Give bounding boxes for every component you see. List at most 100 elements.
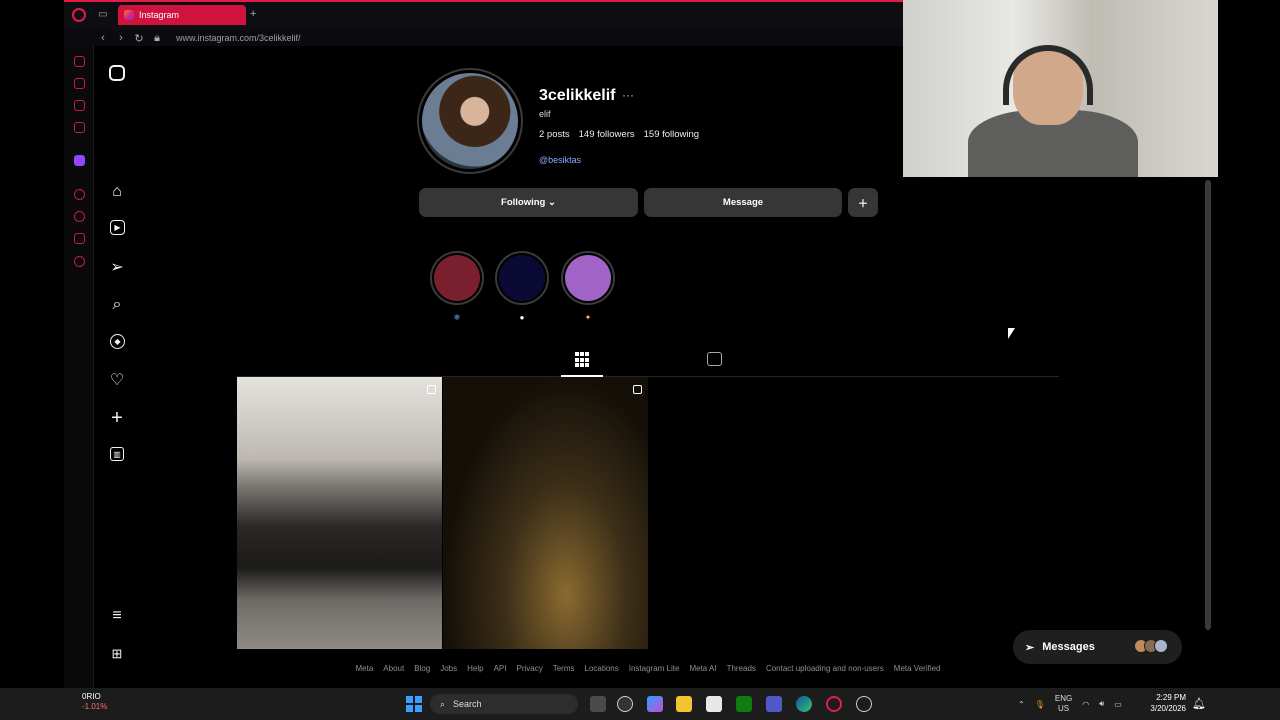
forward-icon[interactable]: ›	[112, 32, 130, 44]
app-icon[interactable]	[856, 696, 872, 712]
address-bar: ‹ › ↻ 🔒︎ www.instagram.com/3celikkelif/	[64, 30, 903, 46]
footer-link[interactable]: Locations	[585, 664, 619, 673]
carousel-icon	[633, 385, 642, 394]
suggested-users-button[interactable]: ＋	[848, 188, 878, 217]
following-link[interactable]: 159 following	[644, 129, 699, 140]
post-thumbnail[interactable]	[237, 377, 442, 649]
tab-overview-icon[interactable]: ▭	[98, 9, 107, 20]
opera-gx-icon[interactable]	[826, 696, 842, 712]
microphone-icon[interactable]: 🎙︎	[1035, 700, 1045, 709]
story-highlight[interactable]	[561, 251, 615, 305]
story-highlight[interactable]	[495, 251, 549, 305]
sidebar-app-icon[interactable]	[74, 100, 85, 111]
footer-link[interactable]: API	[494, 664, 507, 673]
footer-link[interactable]: Meta Verified	[894, 664, 941, 673]
mouse-cursor-icon	[1008, 328, 1015, 339]
aria-icon[interactable]	[74, 56, 85, 67]
footer-link[interactable]: Instagram Lite	[629, 664, 680, 673]
settings-icon[interactable]	[74, 256, 85, 267]
wifi-icon[interactable]: ◠	[1082, 700, 1089, 709]
extensions-icon[interactable]	[74, 233, 85, 244]
instagram-nav	[94, 46, 234, 688]
footer-link[interactable]: Meta	[356, 664, 374, 673]
profile-mention-link[interactable]: @besiktas	[539, 155, 581, 165]
home-icon[interactable]: ⌂	[108, 183, 126, 201]
footer-link[interactable]: About	[383, 664, 404, 673]
footer-link[interactable]: Terms	[553, 664, 575, 673]
sidebar-app-icon[interactable]	[74, 189, 85, 200]
reels-icon[interactable]: ▶	[110, 220, 125, 235]
teams-icon[interactable]	[766, 696, 782, 712]
post-thumbnail[interactable]	[443, 377, 648, 649]
dashboard-icon[interactable]: ▥	[110, 447, 124, 461]
followers-link[interactable]: 149 followers	[579, 129, 635, 140]
search-icon[interactable]: ⌕	[108, 296, 126, 314]
message-button[interactable]: Message	[644, 188, 842, 217]
date: 3/20/2026	[1150, 704, 1186, 713]
footer-link[interactable]: Threads	[727, 664, 756, 673]
stock-name: 0RIO	[82, 692, 101, 701]
posts-count: 2 posts	[539, 129, 570, 140]
messages-button[interactable]: ➢ Messages	[1013, 630, 1182, 664]
region-code: US	[1057, 704, 1070, 713]
battery-icon[interactable]: ▭	[1114, 700, 1122, 709]
options-icon[interactable]: ···	[622, 88, 634, 102]
xbox-icon[interactable]	[736, 696, 752, 712]
instagram-logo-icon[interactable]	[109, 65, 125, 81]
profile-username: 3celikkelif	[539, 87, 616, 104]
footer-links: Meta About Blog Jobs Help API Privacy Terms Loca…	[237, 664, 1059, 673]
also-from-meta-icon[interactable]: ⊞	[108, 645, 126, 663]
url-input[interactable]: www.instagram.com/3celikkelif/	[176, 33, 301, 43]
profile-full-name: elif	[539, 109, 551, 119]
twitch-icon[interactable]	[74, 155, 85, 166]
search-icon: ⌕	[440, 698, 446, 709]
volume-icon[interactable]: 🔊︎	[1099, 699, 1104, 709]
create-icon[interactable]: +	[108, 407, 126, 429]
scrollbar[interactable]	[1205, 180, 1211, 630]
story-highlight[interactable]	[430, 251, 484, 305]
windows-start-icon[interactable]	[406, 696, 422, 712]
dell-icon[interactable]	[617, 696, 633, 712]
back-icon[interactable]: ‹	[94, 32, 112, 44]
store-icon[interactable]	[706, 696, 722, 712]
notifications-heart-icon[interactable]: ♡	[108, 371, 126, 389]
footer-link[interactable]: Jobs	[440, 664, 457, 673]
clock[interactable]: 2:29 PM 3/20/2026	[1146, 692, 1186, 714]
more-menu-icon[interactable]: ≡	[108, 607, 126, 625]
opera-sidebar	[64, 46, 94, 688]
avatar	[1154, 638, 1168, 653]
language-indicator[interactable]: ENG US	[1055, 694, 1072, 714]
chevron-up-icon[interactable]: ⌃	[1018, 700, 1025, 709]
sidebar-app-icon[interactable]	[74, 122, 85, 133]
following-button[interactable]: Following ⌄	[419, 188, 638, 217]
history-icon[interactable]	[74, 211, 85, 222]
explore-icon[interactable]: ◆	[110, 334, 125, 349]
footer-link[interactable]: Meta AI	[689, 664, 716, 673]
system-tray: ⌃ 🎙︎ ENG US ◠ 🔊︎ ▭	[1018, 692, 1122, 716]
direct-messages-icon[interactable]: ➢	[108, 258, 126, 276]
browser-tab-instagram[interactable]: Instagram	[118, 5, 246, 25]
opera-logo-icon[interactable]	[72, 8, 86, 22]
tagged-tab-icon[interactable]	[707, 352, 722, 366]
footer-link[interactable]: Privacy	[516, 664, 542, 673]
search-placeholder: Search	[453, 699, 482, 709]
tab-title: Instagram	[139, 10, 180, 20]
taskbar-search[interactable]: ⌕ Search	[430, 694, 578, 714]
highlight-label: ✦	[584, 313, 592, 322]
stock-change: -1.01%	[82, 702, 108, 711]
edge-icon[interactable]	[796, 696, 812, 712]
notifications-icon[interactable]: 🔔︎	[1192, 697, 1206, 710]
copilot-icon[interactable]	[647, 696, 663, 712]
footer-link[interactable]: Help	[467, 664, 483, 673]
profile-avatar[interactable]	[417, 68, 523, 174]
new-tab-icon[interactable]: +	[250, 8, 256, 20]
reload-icon[interactable]: ↻	[130, 32, 148, 45]
posts-grid-tab-icon[interactable]	[573, 352, 591, 368]
file-explorer-icon[interactable]	[676, 696, 692, 712]
footer-link[interactable]: Blog	[414, 664, 430, 673]
sidebar-app-icon[interactable]	[74, 78, 85, 89]
footer-link[interactable]: Contact uploading and non-users	[766, 664, 884, 673]
task-view-icon[interactable]	[590, 696, 606, 712]
stock-widget[interactable]: 0RIO -1.01%	[82, 692, 107, 712]
instagram-favicon-icon	[124, 10, 134, 20]
